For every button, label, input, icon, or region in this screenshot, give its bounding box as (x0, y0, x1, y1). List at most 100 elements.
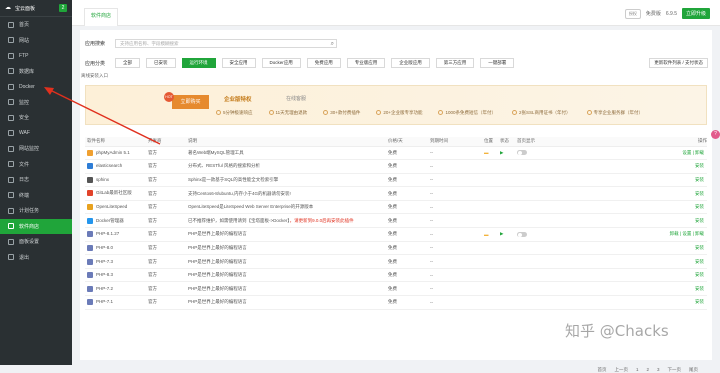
table-row: PHP-8.3 官方 PHP是世界上最好的编程语言 免费 -- 安装 (85, 268, 707, 283)
action-cell[interactable]: 卸载 | 设置 | 卸载 (577, 227, 707, 242)
action-cell[interactable]: 安装 (577, 186, 707, 201)
menu-icon (8, 68, 14, 75)
homepage-cell[interactable] (515, 146, 577, 161)
software-name: PHP-7.3 (96, 258, 114, 264)
category-button[interactable]: 企业版应用 (391, 58, 430, 68)
action-cell[interactable]: 安装 (577, 254, 707, 269)
status-cell (498, 159, 515, 174)
page-link[interactable]: 首页 (597, 367, 606, 373)
software-name-cell: PHP-8.0 (85, 241, 146, 256)
sidebar-item-6[interactable]: 安全 (0, 110, 72, 126)
category-row: 应用分类 全部 已安装 运行环境 安全应用 Docker应用 免费应用 专业版应用 企业版应用… (85, 58, 520, 68)
location-cell[interactable]: ▬ (482, 227, 498, 242)
page-link[interactable]: 上一页 (614, 367, 628, 373)
software-name-cell: sphinx (85, 173, 146, 188)
action-cell[interactable]: 安装 (577, 281, 707, 297)
menu-icon (8, 238, 14, 245)
pagination: 首页 上一页 1 2 3 下一页 尾页 (597, 367, 698, 373)
action-cell[interactable]: 设置 | 卸载 (577, 146, 707, 161)
action-cell[interactable]: 安装 (577, 213, 707, 229)
action-cell[interactable]: 安装 (577, 295, 707, 310)
category-button[interactable]: 全部 (115, 58, 140, 68)
sidebar-item-7[interactable]: WAF (0, 126, 72, 142)
action-cell[interactable]: 安装 (577, 159, 707, 174)
feedback-icon[interactable]: ? (711, 130, 720, 139)
page-link[interactable]: 3 (657, 367, 660, 373)
homepage-cell (515, 241, 577, 256)
software-table: 软件名称 开发商 说明 价格/天 到期时间 位置 状态 首页显示 操作 phpMyAdmin 5… (85, 137, 707, 310)
upgrade-button[interactable]: 立即升级 (681, 8, 710, 19)
category-button[interactable]: 专业版应用 (346, 58, 386, 68)
sidebar-item-9[interactable]: 文件 (0, 157, 72, 173)
sidebar-item-0[interactable]: 首页 (0, 17, 72, 33)
menu-icon (8, 21, 14, 28)
menu-icon (8, 52, 14, 59)
price-cell: 免费 (386, 295, 428, 310)
category-button[interactable]: 第三方应用 (435, 58, 475, 68)
sidebar-item-13[interactable]: 软件商店 (0, 218, 72, 234)
description-cell: PHP是世界上最好的编程语言 (186, 227, 386, 242)
status-cell: ▶ (498, 227, 515, 242)
category-button[interactable]: 已安装 (146, 58, 176, 68)
vendor-cell: 官方 (146, 200, 186, 215)
sidebar-item-2[interactable]: FTP (0, 48, 72, 64)
tab-software-store[interactable]: 软件商店 (84, 8, 119, 26)
vendor-cell: 官方 (146, 159, 186, 174)
sidebar-item-4[interactable]: Docker (0, 79, 72, 95)
page-link[interactable]: 下一页 (668, 367, 682, 373)
sidebar-item-14[interactable]: 面板设置 (0, 234, 72, 250)
notification-badge[interactable]: 2 (59, 4, 67, 12)
sidebar-item-label: 监控 (19, 99, 30, 106)
category-button[interactable]: 运行环境 (181, 58, 216, 68)
vendor-cell: 官方 (146, 173, 186, 188)
feature-icon (216, 110, 221, 116)
column-header: 首页显示 (515, 137, 577, 147)
status-cell (498, 200, 515, 215)
enterprise-banner[interactable]: 立即购买 HOT 企业版特权 在线客服 5分钟极速响应 11天无理由退款 30+款付… (85, 85, 707, 125)
action-cell[interactable]: 安装 (577, 200, 707, 215)
sidebar-item-5[interactable]: 监控 (0, 95, 72, 111)
category-button[interactable]: 一键部署 (480, 58, 515, 68)
sidebar-item-12[interactable]: 计划任务 (0, 203, 72, 219)
action-cell[interactable]: 安装 (577, 268, 707, 283)
sidebar-item-label: 数据库 (19, 68, 35, 75)
category-button[interactable]: 免费应用 (306, 58, 341, 68)
sidebar-item-11[interactable]: 终端 (0, 188, 72, 204)
sidebar-item-15[interactable]: 退出 (0, 250, 72, 266)
folder-icon[interactable]: ▬ (484, 150, 489, 155)
sidebar-item-8[interactable]: 网站监控 (0, 141, 72, 157)
license-tag[interactable]: 授权 (624, 8, 641, 19)
sidebar-item-1[interactable]: 网站 (0, 33, 72, 49)
refresh-list-button[interactable]: 更新软件列表 / 支付状态 (649, 58, 708, 68)
search-input[interactable]: 支持应用名称、字段模糊搜索 ⌕ (115, 39, 337, 48)
price-cell: 免费 (386, 186, 428, 201)
folder-icon[interactable]: ▬ (484, 232, 489, 237)
running-icon: ▶ (500, 231, 504, 237)
table-row: PHP-7.1 官方 PHP是世界上最好的编程语言 免费 -- 安装 (85, 295, 707, 310)
online-support-link[interactable]: 在线客服 (286, 95, 306, 102)
sidebar-item-3[interactable]: 数据库 (0, 64, 72, 80)
column-header: 价格/天 (386, 137, 428, 147)
buy-now-button[interactable]: 立即购买 (172, 95, 209, 109)
location-cell[interactable]: ▬ (482, 146, 498, 161)
page-link[interactable]: 1 (636, 367, 639, 373)
homepage-toggle[interactable] (517, 232, 527, 238)
software-name: PHP-8.0 (96, 245, 114, 251)
sidebar-item-10[interactable]: 日志 (0, 172, 72, 188)
status-cell (498, 254, 515, 269)
offline-install-link[interactable]: 离线安装入口 (81, 73, 108, 79)
page-link[interactable]: 尾页 (689, 367, 698, 373)
action-cell[interactable]: 安装 (577, 173, 707, 188)
price-cell: 免费 (386, 146, 428, 161)
category-button[interactable]: 安全应用 (221, 58, 256, 68)
menu-icon (8, 207, 14, 214)
homepage-toggle[interactable] (517, 150, 527, 156)
page-link[interactable]: 2 (646, 367, 649, 373)
category-button[interactable]: Docker应用 (261, 58, 301, 68)
action-cell[interactable]: 安装 (577, 241, 707, 256)
homepage-cell (515, 295, 577, 310)
menu-icon (8, 254, 14, 261)
search-icon[interactable]: ⌕ (331, 40, 334, 48)
banner-features: 5分钟极速响应 11天无理由退款 30+款付费插件 20+企业版专享功能 1000条免费… (216, 110, 643, 116)
homepage-cell[interactable] (515, 227, 577, 242)
